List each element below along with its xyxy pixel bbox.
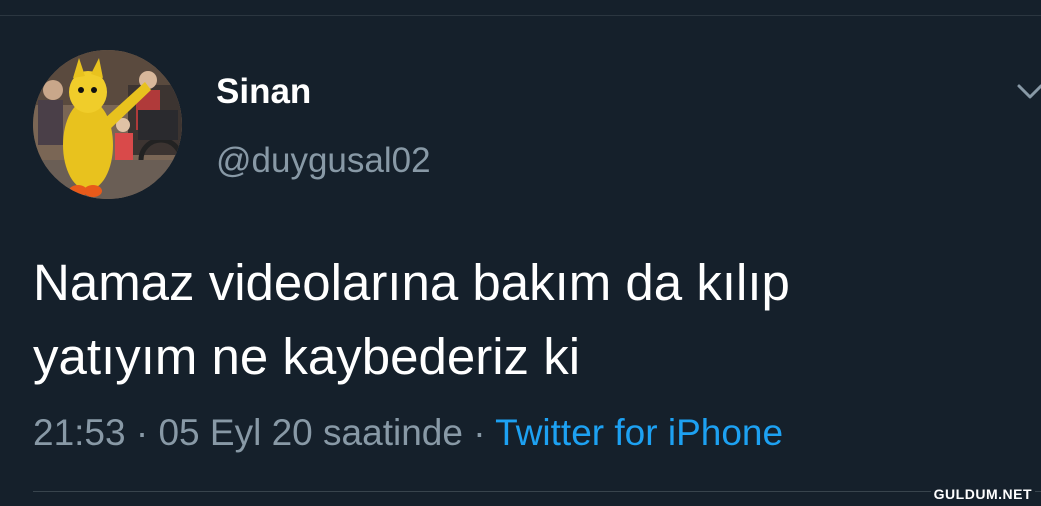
meta-separator: · (473, 412, 486, 453)
tweet-text-line: Namaz videolarına bakım da kılıp (33, 254, 790, 311)
tweet-source-link[interactable]: Twitter for iPhone (495, 412, 783, 453)
author-display-name[interactable]: Sinan (216, 71, 311, 113)
meta-separator: · (135, 412, 149, 453)
tweet-date[interactable]: 05 Eyl 20 saatinde (158, 412, 462, 453)
watermark: GULDUM.NET (930, 485, 1035, 503)
tweet-meta: 21:53 · 05 Eyl 20 saatinde · Twitter for… (33, 410, 783, 456)
avatar-image (33, 50, 182, 199)
top-divider (0, 15, 1041, 16)
author-handle[interactable]: @duygusal02 (216, 140, 431, 182)
tweet-text-line: yatıyım ne kaybederiz ki (33, 328, 581, 385)
chevron-down-icon[interactable] (1015, 78, 1041, 104)
author-avatar[interactable] (33, 50, 182, 199)
tweet-text: Namaz videolarına bakım da kılıp yatıyım… (33, 246, 993, 394)
tweet-time[interactable]: 21:53 (33, 412, 126, 453)
bottom-divider (33, 491, 1041, 492)
